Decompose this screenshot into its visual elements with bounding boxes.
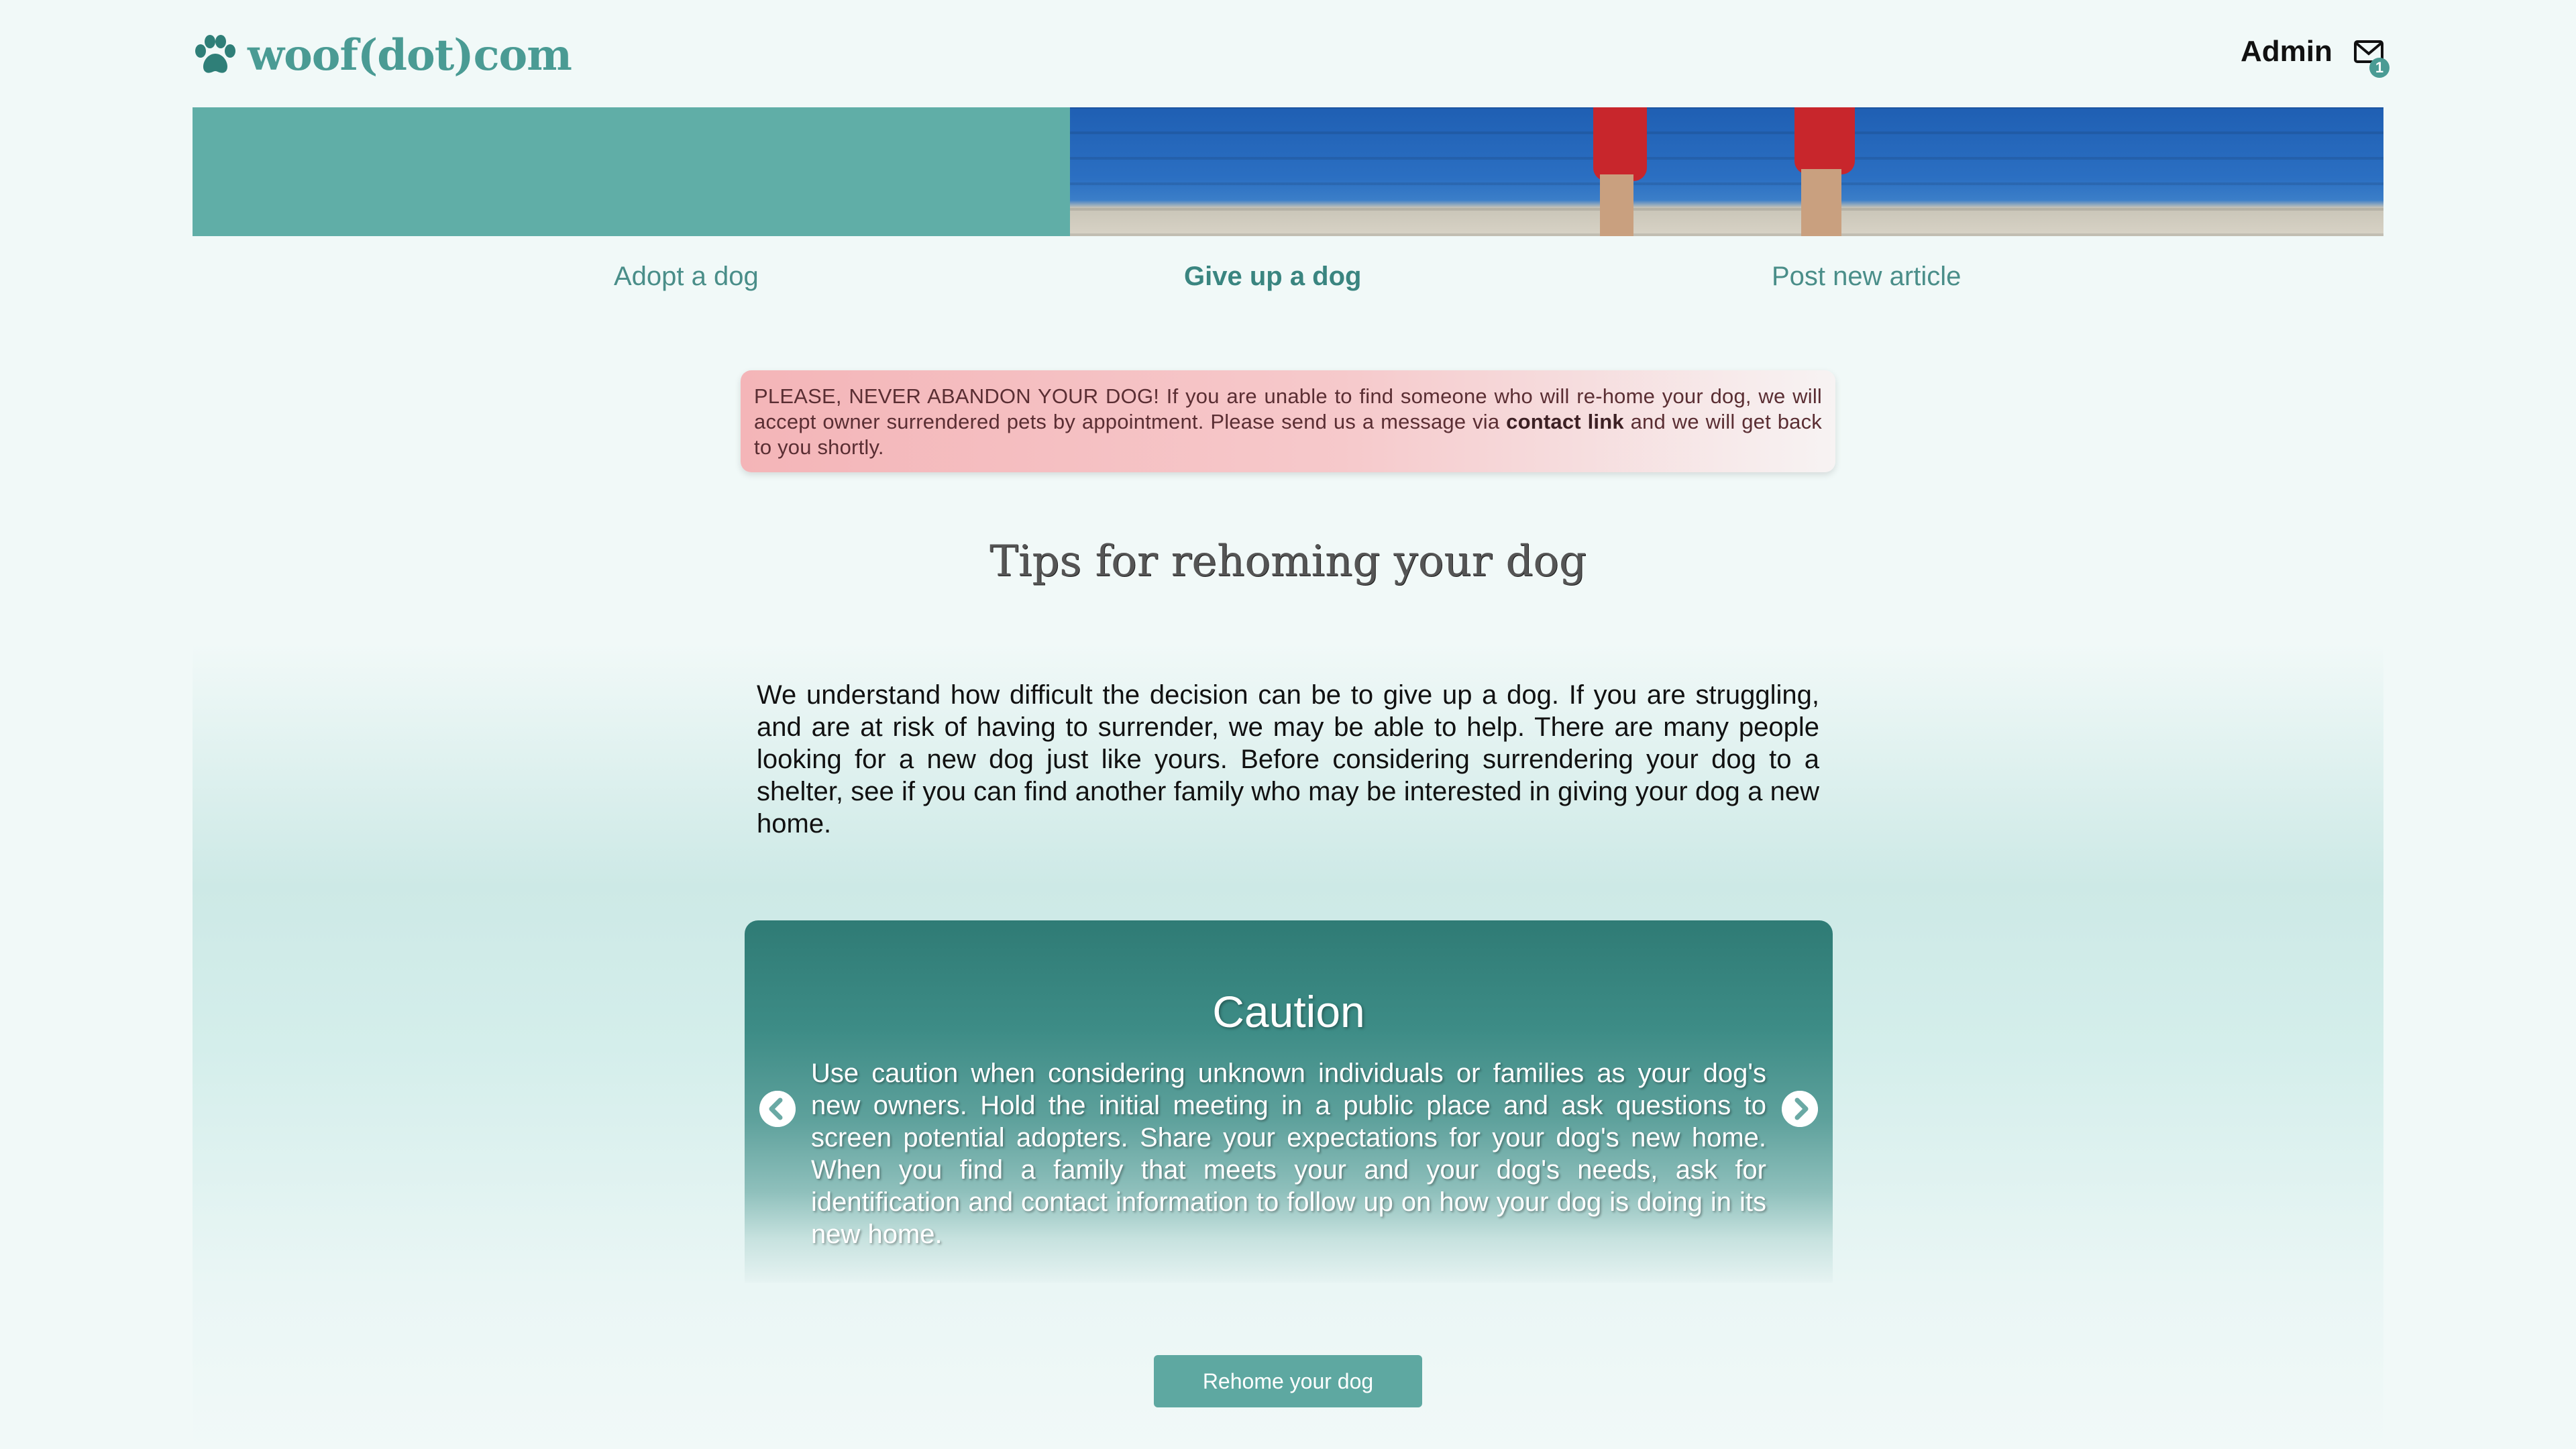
carousel-title: Caution bbox=[1212, 987, 1365, 1036]
banner-photo bbox=[1070, 107, 2383, 236]
page-title: Tips for rehoming your dog bbox=[989, 537, 1587, 586]
dog-paw bbox=[1600, 174, 1633, 236]
tips-carousel: Caution Use caution when considering unk… bbox=[745, 920, 1833, 1283]
nav-adopt-a-dog[interactable]: Adopt a dog bbox=[614, 262, 759, 292]
dog-paw bbox=[1801, 169, 1841, 236]
nav-post-new-article[interactable]: Post new article bbox=[1772, 262, 1961, 292]
dog-leg-red bbox=[1593, 107, 1647, 181]
logo[interactable]: woof(dot)com bbox=[193, 28, 572, 82]
user-name[interactable]: Admin bbox=[2241, 35, 2332, 68]
logo-text: woof(dot)com bbox=[248, 30, 572, 80]
rehome-your-dog-button[interactable]: Rehome your dog bbox=[1154, 1355, 1422, 1407]
header: woof(dot)com Admin 1 bbox=[0, 0, 2576, 107]
paw-icon bbox=[195, 35, 235, 73]
carousel-next-button[interactable] bbox=[1782, 1091, 1818, 1127]
carousel-text: Use caution when considering unknown ind… bbox=[811, 1059, 1766, 1249]
dog-leg-red bbox=[1794, 107, 1855, 174]
contact-link[interactable]: contact link bbox=[1506, 410, 1624, 433]
chevron-left-icon bbox=[759, 1091, 796, 1127]
warning-alert: PLEASE, NEVER ABANDON YOUR DOG! If you a… bbox=[741, 370, 1835, 472]
hero-banner bbox=[193, 107, 2383, 236]
carousel-prev-button[interactable] bbox=[759, 1091, 796, 1127]
banner-color-block bbox=[193, 107, 1070, 236]
chevron-right-icon bbox=[1782, 1091, 1818, 1127]
nav-give-up-a-dog[interactable]: Give up a dog bbox=[1184, 262, 1361, 292]
intro-paragraph: We understand how difficult the decision… bbox=[757, 680, 1819, 839]
mail-count-badge: 1 bbox=[2369, 58, 2390, 78]
